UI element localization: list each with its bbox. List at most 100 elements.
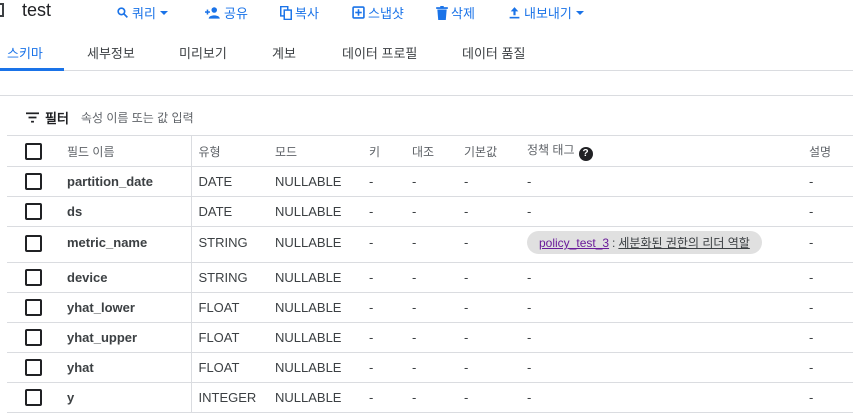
policy-tag-separator: : — [612, 236, 616, 250]
tab-lineage[interactable]: 계보 — [272, 43, 296, 62]
row-checkbox-cell — [7, 322, 61, 353]
row-checkbox-cell — [7, 352, 61, 383]
field-key: - — [369, 166, 412, 197]
field-type: STRING — [191, 226, 275, 263]
field-key: - — [369, 382, 412, 413]
row-checkbox-cell — [7, 262, 61, 293]
field-key: - — [369, 322, 412, 353]
filter-bar: 필터 — [26, 108, 381, 127]
policy-tag-link[interactable]: policy_test_3 — [539, 236, 609, 250]
snapshot-icon — [352, 6, 365, 19]
column-header-collation[interactable]: 대조 — [412, 135, 464, 167]
field-policy-tag: - — [527, 382, 809, 413]
row-checkbox-cell — [7, 226, 61, 263]
field-description: - — [809, 196, 853, 227]
field-mode: NULLABLE — [275, 382, 369, 413]
table-row[interactable]: y INTEGER NULLABLE - - - - - — [7, 382, 853, 413]
field-collation: - — [412, 382, 464, 413]
row-checkbox[interactable] — [25, 389, 42, 407]
table-row[interactable]: ds DATE NULLABLE - - - - - — [7, 196, 853, 227]
export-button[interactable]: 내보내기 — [508, 3, 585, 22]
snapshot-button[interactable]: 스냅샷 — [352, 3, 404, 22]
table-row[interactable]: device STRING NULLABLE - - - - - — [7, 262, 853, 293]
filter-label: 필터 — [45, 111, 69, 126]
field-description: - — [809, 262, 853, 293]
field-type: DATE — [191, 166, 275, 197]
field-type: FLOAT — [191, 352, 275, 383]
field-description: - — [809, 352, 853, 383]
column-header-description[interactable]: 설명 — [809, 135, 853, 167]
share-label: 공유 — [224, 6, 248, 21]
field-collation: - — [412, 196, 464, 227]
search-icon — [117, 7, 128, 18]
row-checkbox[interactable] — [25, 203, 42, 221]
column-header-default[interactable]: 기본값 — [464, 135, 527, 167]
field-type: DATE — [191, 196, 275, 227]
column-header-mode[interactable]: 모드 — [275, 135, 369, 167]
share-button[interactable]: 공유 — [205, 3, 248, 22]
column-header-field-name[interactable]: 필드 이름 — [61, 135, 192, 167]
field-collation: - — [412, 166, 464, 197]
field-key: - — [369, 196, 412, 227]
field-policy-tag: - — [527, 352, 809, 383]
filter-icon[interactable] — [26, 112, 39, 123]
row-checkbox-cell — [7, 166, 61, 197]
column-header-key[interactable]: 키 — [369, 135, 412, 167]
field-policy-tag: policy_test_3: 세분화된 권한의 리더 역할 — [527, 226, 809, 263]
field-name: yhat_lower — [61, 292, 192, 323]
field-description: - — [809, 166, 853, 197]
row-checkbox[interactable] — [25, 235, 42, 253]
field-description: - — [809, 292, 853, 323]
field-type: FLOAT — [191, 292, 275, 323]
tab-schema[interactable]: 스키마 — [7, 43, 43, 62]
field-collation: - — [412, 226, 464, 263]
delete-button[interactable]: 삭제 — [436, 3, 475, 22]
tab-bar: 스키마 세부정보 미리보기 계보 데이터 프로필 데이터 품질 — [0, 34, 853, 71]
field-mode: NULLABLE — [275, 196, 369, 227]
policy-tag-description: 세분화된 권한의 리더 역할 — [618, 236, 750, 250]
field-mode: NULLABLE — [275, 166, 369, 197]
field-name: yhat — [61, 352, 192, 383]
policy-tag-chip[interactable]: policy_test_3: 세분화된 권한의 리더 역할 — [527, 231, 762, 254]
column-header-type[interactable]: 유형 — [191, 135, 275, 167]
field-policy-tag: - — [527, 322, 809, 353]
tab-data-quality[interactable]: 데이터 품질 — [462, 43, 525, 62]
chevron-down-icon — [575, 10, 584, 15]
filter-input[interactable] — [80, 110, 381, 125]
field-key: - — [369, 262, 412, 293]
column-header-policy-tags[interactable]: 정책 태그? — [527, 135, 809, 167]
help-icon[interactable]: ? — [578, 147, 593, 161]
field-type: STRING — [191, 262, 275, 293]
schema-table: 필드 이름 유형 모드 키 대조 기본값 정책 태그? 설명 partition… — [7, 135, 853, 413]
snapshot-label: 스냅샷 — [368, 6, 404, 21]
delete-label: 삭제 — [451, 6, 475, 21]
copy-button[interactable]: 복사 — [280, 3, 319, 22]
row-checkbox[interactable] — [25, 359, 42, 377]
table-row[interactable]: yhat FLOAT NULLABLE - - - - - — [7, 352, 853, 383]
table-row[interactable]: yhat_upper FLOAT NULLABLE - - - - - — [7, 322, 853, 353]
row-checkbox-cell — [7, 196, 61, 227]
field-mode: NULLABLE — [275, 292, 369, 323]
field-name: partition_date — [61, 166, 192, 197]
table-row[interactable]: yhat_lower FLOAT NULLABLE - - - - - — [7, 292, 853, 323]
field-type: INTEGER — [191, 382, 275, 413]
row-checkbox[interactable] — [25, 269, 42, 287]
tab-preview[interactable]: 미리보기 — [179, 43, 227, 62]
select-all-checkbox[interactable] — [25, 142, 42, 160]
field-mode: NULLABLE — [275, 262, 369, 293]
table-row[interactable]: metric_name STRING NULLABLE - - - policy_test_… — [7, 226, 853, 263]
row-checkbox[interactable] — [25, 329, 42, 347]
row-checkbox[interactable] — [25, 299, 42, 317]
field-default: - — [464, 262, 527, 293]
table-row[interactable]: partition_date DATE NULLABLE - - - - - — [7, 166, 853, 197]
table-icon — [0, 3, 4, 17]
query-button[interactable]: 쿼리 — [116, 3, 169, 22]
field-default: - — [464, 382, 527, 413]
field-policy-tag: - — [527, 196, 809, 227]
row-checkbox[interactable] — [25, 173, 42, 191]
field-name: ds — [61, 196, 192, 227]
copy-label: 복사 — [295, 6, 319, 21]
tab-data-profile[interactable]: 데이터 프로필 — [342, 43, 417, 62]
tab-details[interactable]: 세부정보 — [87, 43, 135, 62]
field-collation: - — [412, 262, 464, 293]
